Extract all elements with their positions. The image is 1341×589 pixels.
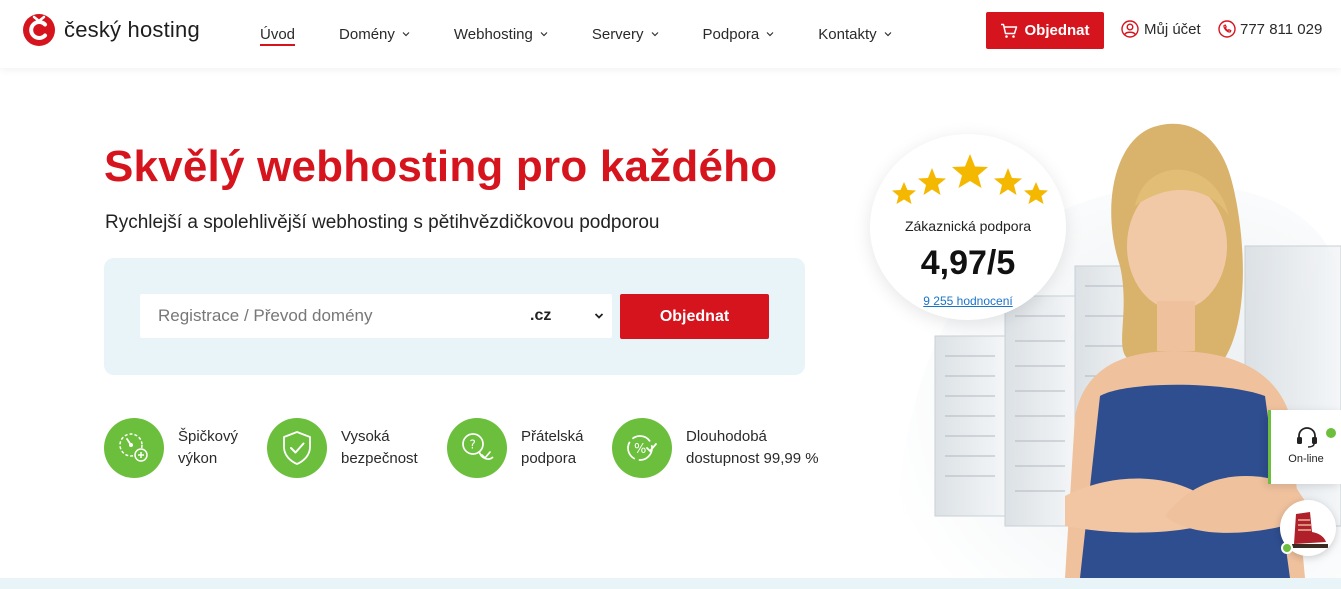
speed-icon <box>104 418 164 478</box>
nav-item-servery[interactable]: Servery <box>592 0 659 68</box>
feature-label: Dlouhodobá dostupnost 99,99 % <box>686 428 819 467</box>
chevron-down-icon <box>766 32 774 37</box>
star-icon <box>892 182 916 204</box>
logo-icon <box>23 14 55 46</box>
feature-label: Přátelská podpora <box>521 428 584 467</box>
domain-order-button-label: Objednat <box>659 307 730 325</box>
order-button-label: Objednat <box>1024 22 1090 39</box>
chevron-down-icon <box>884 32 892 37</box>
chevron-down-icon <box>402 32 410 37</box>
domain-search-panel: .cz Objednat <box>104 258 805 375</box>
star-icon <box>918 168 946 195</box>
main-nav: Úvod Domény Webhosting Servery Podpora K… <box>260 0 936 68</box>
feature-label: Špičkový výkon <box>178 428 239 467</box>
hero-title: Skvělý webhosting pro každého <box>104 142 778 191</box>
domain-order-button[interactable]: Objednat <box>620 294 769 339</box>
tld-select[interactable]: .cz <box>524 298 608 334</box>
feature-label: Vysoká bezpečnost <box>341 428 418 467</box>
online-label: On-line <box>1288 453 1324 465</box>
chevron-down-icon <box>540 32 548 37</box>
nav-item-label: Úvod <box>260 25 296 43</box>
cart-icon <box>1001 23 1018 38</box>
reviews-link[interactable]: 9 255 hodnocení <box>870 294 1066 308</box>
headset-icon <box>1297 427 1317 448</box>
phone-link[interactable]: 777 811 029 <box>1218 20 1322 38</box>
svg-text:?: ? <box>470 438 476 452</box>
feature-support: ? Přátelská podpora <box>447 418 584 478</box>
online-support-widget[interactable]: On-line <box>1268 410 1341 484</box>
chevron-down-icon <box>594 313 604 319</box>
tld-select-value: .cz <box>530 307 552 324</box>
nav-item-domeny[interactable]: Domény <box>339 0 410 68</box>
next-section-edge <box>0 578 1341 589</box>
logo[interactable]: český hosting <box>22 13 200 47</box>
online-status-dot <box>1326 428 1336 438</box>
rating-label: Zákaznická podpora <box>904 218 1032 234</box>
svg-text:%: % <box>634 442 646 457</box>
rating-value: 4,97/5 <box>920 244 1016 282</box>
account-label: Můj účet <box>1144 20 1201 38</box>
hero-subtitle: Rychlejší a spolehlivější webhosting s p… <box>105 212 660 233</box>
nav-item-webhosting[interactable]: Webhosting <box>454 0 548 68</box>
nav-item-label: Kontakty <box>818 25 877 43</box>
order-button[interactable]: Objednat <box>986 12 1104 49</box>
user-icon <box>1121 20 1139 38</box>
star-rating <box>892 154 1048 204</box>
nav-item-label: Domény <box>339 25 395 43</box>
site-header: český hosting Úvod Domény Webhosting Ser… <box>0 0 1341 68</box>
star-icon <box>952 154 988 188</box>
star-icon <box>1024 182 1048 204</box>
nav-item-kontakty[interactable]: Kontakty <box>818 0 892 68</box>
account-link[interactable]: Můj účet <box>1121 20 1201 38</box>
nav-item-uvod[interactable]: Úvod <box>260 0 296 68</box>
chevron-down-icon <box>651 32 658 37</box>
logo-text: český hosting <box>64 17 200 42</box>
nav-item-label: Webhosting <box>453 25 533 43</box>
phone-icon <box>1218 20 1236 38</box>
shield-icon <box>267 418 327 478</box>
uptime-icon: % <box>612 418 672 478</box>
feature-performance: Špičkový výkon <box>104 418 238 478</box>
chat-status-dot <box>1281 542 1293 554</box>
nav-item-podpora[interactable]: Podpora <box>703 0 775 68</box>
phone-number: 777 811 029 <box>1240 20 1323 38</box>
nav-item-label: Podpora <box>702 25 760 43</box>
feature-uptime: % Dlouhodobá dostupnost 99,99 % <box>612 418 819 478</box>
chat-icon: ? <box>447 418 507 478</box>
rating-card: Zákaznická podpora 4,97/5 9 255 hodnocen… <box>870 134 1066 320</box>
nav-item-label: Servery <box>591 25 644 43</box>
feature-security: Vysoká bezpečnost <box>267 418 418 478</box>
star-icon <box>994 168 1022 195</box>
